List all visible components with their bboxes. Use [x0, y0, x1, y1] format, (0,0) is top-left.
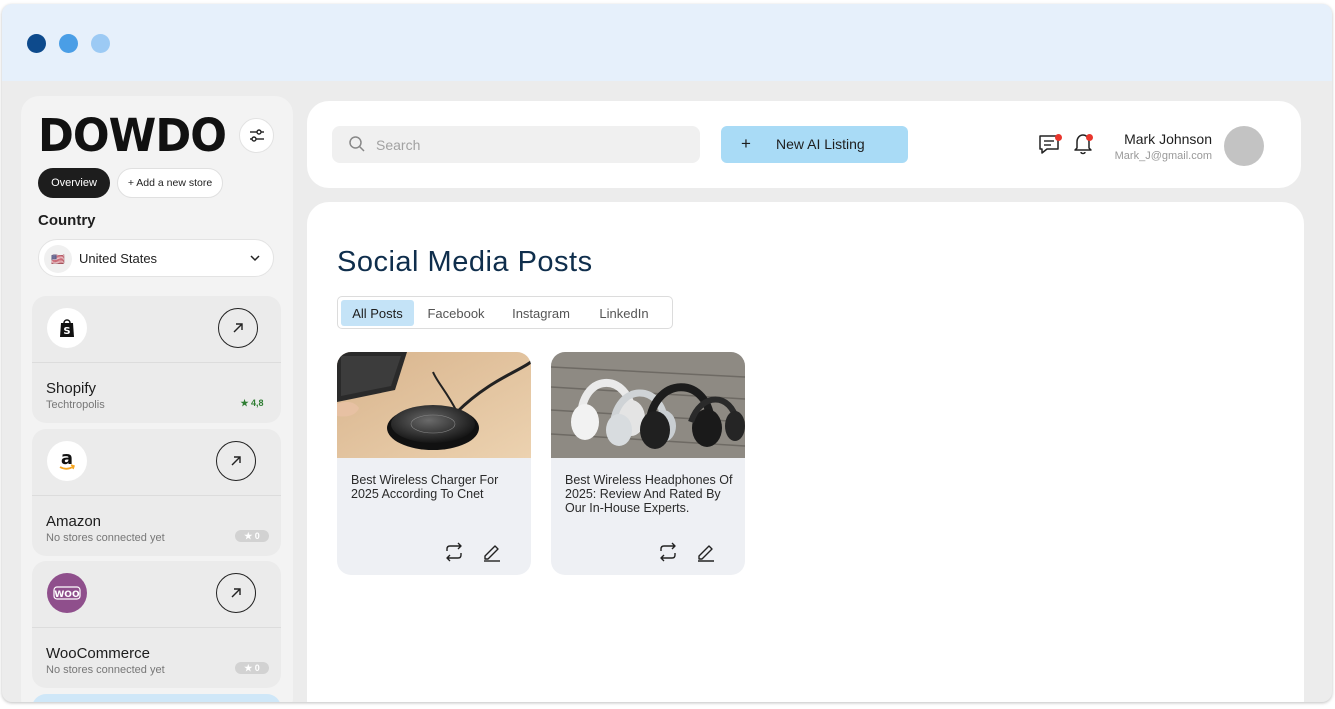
main-panel: Social Media Posts All Posts Facebook In…: [307, 202, 1304, 702]
top-header: + New AI Listing Mark Johnson Mark_J@gma…: [307, 101, 1301, 188]
repost-icon[interactable]: [443, 542, 465, 562]
search-icon: [349, 136, 365, 152]
open-store-button[interactable]: [218, 308, 258, 348]
post-title: Best Wireless Charger For 2025 According…: [351, 473, 499, 501]
store-card-amazon[interactable]: a Amazon No stores connected yet ★ 0: [32, 429, 281, 556]
user-name: Mark Johnson: [1124, 131, 1212, 147]
minimize-window-button[interactable]: [59, 34, 78, 53]
edit-icon[interactable]: [482, 542, 502, 562]
store-name: Shopify: [46, 380, 97, 397]
tab-instagram[interactable]: Instagram: [501, 300, 581, 326]
country-select[interactable]: 🇺🇸 United States: [38, 239, 274, 277]
shopify-icon: S: [47, 308, 87, 348]
rating-badge: ★ 0: [235, 662, 269, 674]
svg-text:S: S: [63, 326, 70, 337]
store-subtitle: No stores connected yet: [46, 532, 165, 544]
avatar[interactable]: [1224, 126, 1264, 166]
overview-button[interactable]: Overview: [38, 168, 110, 198]
search-bar: [332, 126, 700, 163]
store-card-next[interactable]: [32, 694, 281, 702]
amazon-icon: a: [47, 441, 87, 481]
app-window: DOWDO Overview + Add a new store Country…: [2, 4, 1332, 702]
svg-text:DOWDO: DOWDO: [38, 112, 226, 156]
notifications-button[interactable]: [1072, 131, 1096, 162]
chevron-down-icon: [250, 255, 260, 262]
divider: [32, 362, 281, 363]
open-store-button[interactable]: [216, 441, 256, 481]
wireless-charger-photo: [337, 352, 531, 458]
new-ai-listing-label: New AI Listing: [776, 136, 865, 152]
store-card-shopify[interactable]: S Shopify Techtropolis ★ 4,8: [32, 296, 281, 423]
post-tabs: All Posts Facebook Instagram LinkedIn: [337, 296, 673, 329]
country-label: Country: [38, 212, 96, 229]
post-card[interactable]: Best Wireless Headphones Of 2025: Review…: [551, 352, 745, 575]
tab-all-posts[interactable]: All Posts: [341, 300, 414, 326]
dowdo-logo: DOWDO: [38, 112, 227, 156]
headphones-photo: [551, 352, 745, 458]
user-email: Mark_J@gmail.com: [1114, 150, 1212, 162]
post-card[interactable]: Best Wireless Charger For 2025 According…: [337, 352, 531, 575]
close-window-button[interactable]: [27, 34, 46, 53]
messages-button[interactable]: [1038, 131, 1064, 162]
title-bar: [2, 4, 1332, 81]
notification-dot: [1086, 134, 1093, 141]
tab-linkedin[interactable]: LinkedIn: [588, 300, 660, 326]
notification-dot: [1055, 134, 1062, 141]
woocommerce-icon: WOO: [47, 573, 87, 613]
add-store-button[interactable]: + Add a new store: [117, 168, 223, 198]
us-flag-icon: 🇺🇸: [44, 245, 72, 273]
edit-icon[interactable]: [696, 542, 716, 562]
store-card-woocommerce[interactable]: WOO WooCommerce No stores connected yet …: [32, 561, 281, 688]
arrow-up-right-icon: [231, 456, 241, 466]
search-input[interactable]: [376, 126, 686, 163]
store-name: Amazon: [46, 513, 102, 530]
svg-text:a: a: [61, 449, 73, 469]
rating-badge: ★ 0: [235, 530, 269, 542]
store-subtitle: No stores connected yet: [46, 664, 165, 676]
divider: [32, 627, 281, 628]
country-value: United States: [79, 251, 158, 266]
maximize-window-button[interactable]: [91, 34, 110, 53]
rating-badge: ★ 4,8: [240, 397, 264, 408]
page-title: Social Media Posts: [337, 246, 593, 278]
repost-icon[interactable]: [657, 542, 679, 562]
sliders-icon: [249, 128, 264, 142]
divider: [32, 495, 281, 496]
tab-facebook[interactable]: Facebook: [418, 300, 494, 326]
arrow-up-right-icon: [233, 323, 243, 333]
post-title: Best Wireless Headphones Of 2025: Review…: [565, 473, 733, 515]
new-ai-listing-button[interactable]: + New AI Listing: [721, 126, 908, 163]
store-subtitle: Techtropolis: [46, 399, 105, 411]
filter-button[interactable]: [239, 118, 274, 153]
plus-icon: +: [741, 134, 751, 153]
open-store-button[interactable]: [216, 573, 256, 613]
sidebar: DOWDO Overview + Add a new store Country…: [21, 96, 293, 702]
store-name: WooCommerce: [46, 645, 150, 662]
arrow-up-right-icon: [231, 588, 241, 598]
svg-text:WOO: WOO: [54, 590, 80, 600]
